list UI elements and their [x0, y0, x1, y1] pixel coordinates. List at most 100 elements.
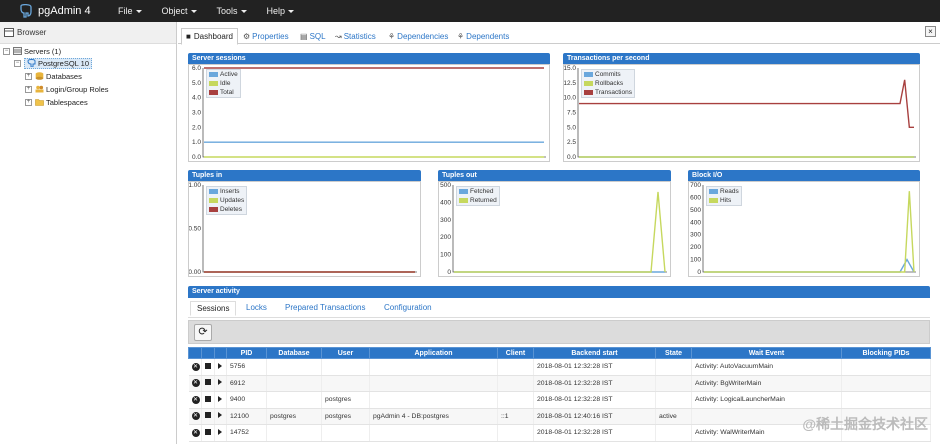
expand-icon[interactable]: + [25, 85, 32, 93]
cancel-query-icon[interactable] [205, 428, 211, 435]
terminate-session-icon[interactable]: ✕ [191, 428, 200, 437]
tab-label: Dashboard [193, 32, 233, 41]
tab-dependents[interactable]: ⚘ Dependents [457, 29, 509, 44]
legend-swatch [584, 72, 593, 77]
subtab-sessions[interactable]: Sessions [190, 301, 237, 316]
y-tick-label: 0 [697, 269, 701, 276]
tab-dashboard[interactable]: ■ Dashboard [181, 28, 238, 45]
tree-item-postgresql[interactable]: − PostgreSQL 10 [14, 57, 93, 69]
chart-legend: Reads Hits [706, 186, 742, 206]
cell-client: ::1 [497, 408, 534, 425]
cell-blocking-pids [841, 375, 931, 392]
tree-item-login-roles[interactable]: + Login/Group Roles [25, 83, 109, 95]
subtab-locks[interactable]: Locks [246, 303, 267, 312]
tab-label: Statistics [343, 32, 376, 41]
expand-row-icon[interactable] [218, 379, 222, 386]
tree-label: Servers (1) [24, 46, 62, 56]
y-tick-label: 400 [440, 199, 451, 206]
close-icon[interactable]: × [925, 26, 936, 37]
terminate-session-icon[interactable]: ✕ [191, 395, 200, 404]
chart-legend: Inserts Updates Deletes [206, 186, 248, 215]
menu-help[interactable]: Help [257, 6, 305, 16]
cancel-query-icon[interactable] [205, 379, 211, 386]
terminate-cell: ✕ [188, 408, 202, 425]
cell-state: active [655, 408, 692, 425]
menu-object[interactable]: Object [152, 6, 207, 16]
tree-label: Databases [46, 71, 82, 81]
collapse-icon[interactable]: − [3, 47, 10, 55]
tab-label: SQL [309, 32, 326, 41]
legend-item: Rollbacks [584, 79, 632, 88]
terminate-session-icon[interactable]: ✕ [191, 379, 200, 388]
tab-label: Dependents [466, 32, 510, 41]
terminate-session-icon[interactable]: ✕ [191, 412, 200, 421]
chart-title-tuples-in: Tuples in [188, 170, 421, 181]
elephant-icon [27, 59, 36, 67]
cancel-cell [201, 408, 215, 425]
expand-row-icon[interactable] [218, 428, 222, 435]
expand-row-icon[interactable] [218, 362, 222, 369]
collapse-icon[interactable]: − [14, 59, 21, 67]
column-header-user[interactable]: User [321, 347, 370, 359]
legend-label: Total [220, 89, 234, 96]
column-header-blocking-pids[interactable]: Blocking PIDs [841, 347, 931, 359]
dependencies-icon: ⚘ [388, 32, 396, 41]
column-header-database[interactable]: Database [266, 347, 322, 359]
browser-title: Browser [17, 28, 47, 37]
tree-item-databases[interactable]: + Databases [25, 70, 82, 82]
table-row[interactable]: ✕ 5756 2018-08-01 12:32:28 IST Activity: Au… [188, 358, 931, 376]
cancel-query-icon[interactable] [205, 395, 211, 402]
tab-sql[interactable]: ▤ SQL [300, 29, 326, 44]
cell-user: postgres [321, 408, 370, 425]
top-navbar: pgAdmin 4 File Object Tools Help [0, 0, 940, 22]
tab-dependencies[interactable]: ⚘ Dependencies [388, 29, 448, 44]
tree-label: Tablespaces [46, 97, 88, 107]
cell-client [497, 358, 534, 376]
terminate-session-icon[interactable]: ✕ [191, 362, 200, 371]
tab-statistics[interactable]: ↝ Statistics [335, 29, 376, 44]
column-header-state[interactable]: State [655, 347, 692, 359]
menu-file[interactable]: File [108, 6, 152, 16]
cell-client [497, 424, 534, 442]
y-tick-label: 500 [440, 182, 451, 189]
y-tick-label: 100 [690, 257, 701, 264]
column-header [214, 347, 227, 359]
tree-item-tablespaces[interactable]: + Tablespaces [25, 96, 88, 108]
y-tick-label: 15.0 [564, 65, 576, 72]
expand-icon[interactable]: + [25, 98, 32, 106]
menu-tools[interactable]: Tools [207, 6, 257, 16]
tree-item-servers[interactable]: − Servers (1) [3, 45, 61, 57]
y-tick-label: 5.0 [192, 80, 201, 87]
elephant-logo-icon [20, 4, 32, 18]
terminate-cell: ✕ [188, 391, 202, 409]
table-row[interactable]: ✕ 6912 2018-08-01 12:32:28 IST Activity: Bg… [188, 375, 931, 392]
caret-down-icon [190, 9, 197, 13]
y-tick-label: 300 [690, 232, 701, 239]
table-row[interactable]: ✕ 9400 postgres 2018-08-01 12:32:28 IST Acti… [188, 391, 931, 409]
roles-icon [35, 85, 44, 93]
refresh-icon[interactable]: ⟳ [194, 324, 212, 341]
column-header-wait-event[interactable]: Wait Event [691, 347, 842, 359]
cell-application [369, 391, 498, 409]
tree-label: Login/Group Roles [46, 84, 109, 94]
cancel-query-icon[interactable] [205, 362, 211, 369]
legend-item: Returned [459, 196, 497, 205]
cancel-query-icon[interactable] [205, 412, 211, 419]
expand-row-icon[interactable] [218, 395, 222, 402]
column-header-pid[interactable]: PID [226, 347, 267, 359]
cancel-cell [201, 391, 215, 409]
cell-backend-start: 2018-08-01 12:32:28 IST [533, 391, 656, 409]
legend-swatch [709, 198, 718, 203]
column-header [188, 347, 202, 359]
expand-icon[interactable]: + [25, 72, 32, 80]
column-header-backend-start[interactable]: Backend start [533, 347, 656, 359]
subtab-configuration[interactable]: Configuration [384, 303, 432, 312]
column-header-client[interactable]: Client [497, 347, 534, 359]
legend-swatch [459, 189, 468, 194]
folder-icon [35, 99, 44, 106]
column-header-application[interactable]: Application [369, 347, 498, 359]
tab-properties[interactable]: ⚙ Properties [243, 29, 289, 44]
expand-row-icon[interactable] [218, 412, 222, 419]
subtab-prepared-transactions[interactable]: Prepared Transactions [285, 303, 366, 312]
gears-icon: ⚙ [243, 32, 251, 41]
